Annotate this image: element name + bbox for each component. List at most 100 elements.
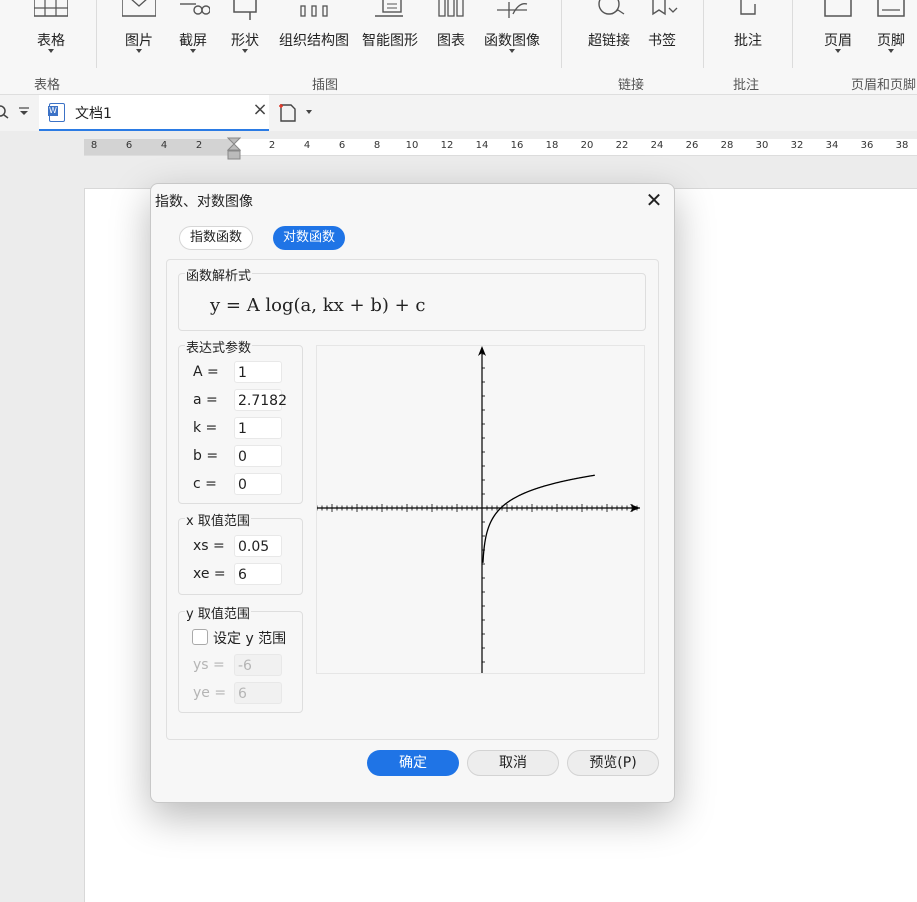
ruler-number: 30 [755, 140, 769, 151]
chevron-down-icon [48, 49, 54, 53]
ruler-number: 36 [860, 140, 874, 151]
set-y-range-checkbox[interactable] [192, 629, 208, 645]
hyperlink-icon [598, 0, 625, 15]
dialog-content-panel: 函数解析式 y = A log(a, kx + b) + c 表达式参数 A =… [166, 259, 659, 740]
footer-icon [877, 0, 905, 17]
chart-button-label: 图表 [437, 33, 465, 49]
hyperlink-button-label: 超链接 [588, 33, 630, 49]
group-divider [792, 0, 793, 68]
dialog-title: 指数、对数图像 [155, 194, 253, 210]
close-tab-icon[interactable]: × [251, 101, 269, 119]
ruler-number: 38 [895, 140, 909, 151]
horizontal-ruler[interactable]: 8 6 4 2 2 4 6 8 10 12 14 16 18 20 22 24 26 28 30 32 34 36 38 [84, 137, 917, 160]
function-graph-button[interactable]: 函数图像 [476, 0, 548, 60]
ruler-number: 2 [268, 140, 276, 151]
screenshot-button[interactable]: 截屏 [164, 0, 222, 60]
ok-button[interactable]: 确定 [367, 750, 459, 776]
shape-button-label: 形状 [231, 33, 259, 49]
chevron-down-icon [509, 49, 515, 53]
param-input-A[interactable]: 1 [234, 361, 282, 383]
footer-button[interactable]: 页脚 [866, 0, 916, 60]
graph-preview-canvas [316, 346, 640, 673]
ruler-number: 32 [790, 140, 804, 151]
cancel-button[interactable]: 取消 [467, 750, 559, 776]
header-button[interactable]: 页眉 [812, 0, 864, 60]
chart-button[interactable]: 图表 [428, 0, 474, 60]
shape-button[interactable]: 形状 [216, 0, 274, 60]
picture-button[interactable]: 图片 [110, 0, 168, 60]
param-input-c[interactable]: 0 [234, 473, 282, 495]
ribbon: 表格 图片 截屏 形状 组织结构图 智能图形 图表 函数图像 超链接 书签 批注… [0, 0, 917, 95]
tab-logarithmic[interactable]: 对数函数 [273, 226, 346, 250]
preview-button[interactable]: 预览(P) [567, 750, 659, 776]
org-chart-icon [300, 5, 328, 17]
ys-input[interactable]: -6 [234, 654, 282, 676]
xe-input[interactable]: 6 [234, 563, 282, 585]
group-divider [561, 0, 562, 68]
footer-button-label: 页脚 [877, 33, 905, 49]
document-tab-name: 文档1 [75, 106, 112, 122]
group-divider [703, 0, 704, 68]
chevron-down-icon [136, 49, 142, 53]
comment-button[interactable]: 批注 [724, 0, 772, 60]
ruler-number: 10 [405, 140, 419, 151]
ruler-number: 16 [510, 140, 524, 151]
x-range-legend: x 取值范围 [185, 510, 251, 529]
bookmark-button[interactable]: 书签 [640, 0, 684, 60]
ruler-number: 26 [685, 140, 699, 151]
word-document-icon [48, 103, 65, 122]
param-input-b[interactable]: 0 [234, 445, 282, 467]
document-tab[interactable]: 文档1 × [39, 95, 269, 131]
x-range-row-xe: xe = 6 [179, 563, 303, 587]
smart-art-button[interactable]: 智能图形 [356, 0, 424, 60]
ruler-number: 6 [125, 140, 133, 151]
param-input-k[interactable]: 1 [234, 417, 282, 439]
chart-icon [438, 0, 464, 17]
ye-input[interactable]: 6 [234, 682, 282, 704]
table-button[interactable]: 表格 [22, 0, 80, 60]
param-label: c = [193, 476, 217, 492]
function-graph-icon [497, 2, 528, 18]
param-row-k: k = 1 [179, 417, 303, 441]
function-graph-button-label: 函数图像 [484, 33, 540, 49]
group-label-table: 表格 [34, 78, 61, 93]
picture-icon [122, 0, 156, 17]
param-row-a: a = 2.7182 [179, 389, 303, 413]
ruler-number: 14 [475, 140, 489, 151]
table-button-label: 表格 [37, 33, 65, 49]
set-y-range-label[interactable]: 设定 y 范围 [213, 628, 286, 648]
new-document-icon[interactable] [277, 101, 297, 123]
group-label-illustrations: 插图 [312, 78, 339, 93]
ruler-number: 22 [615, 140, 629, 151]
hyperlink-button[interactable]: 超链接 [580, 0, 638, 60]
param-label: k = [193, 420, 218, 436]
ruler-margin-shade [84, 139, 234, 155]
group-label-comments: 批注 [733, 78, 760, 93]
chevron-down-icon [242, 49, 248, 53]
bookmark-button-label: 书签 [648, 33, 676, 49]
org-chart-button[interactable]: 组织结构图 [274, 0, 354, 60]
range-label: ys = [193, 657, 225, 673]
chevron-down-icon[interactable] [306, 110, 312, 114]
graph-preview [316, 345, 645, 674]
function-graph-dialog: 指数、对数图像 ✕ 指数函数 对数函数 函数解析式 y = A log(a, k… [150, 183, 675, 803]
param-label: b = [193, 448, 219, 464]
xs-input[interactable]: 0.05 [234, 535, 282, 557]
close-icon[interactable]: ✕ [642, 188, 666, 212]
tab-exponential[interactable]: 指数函数 [179, 226, 254, 250]
param-input-a[interactable]: 2.7182 [234, 389, 287, 411]
y-range-row-ye: ye = 6 [179, 682, 303, 706]
params-legend: 表达式参数 [185, 337, 253, 356]
range-label: xs = [193, 538, 225, 554]
search-icon[interactable] [0, 105, 10, 119]
document-tab-bar: 文档1 × [0, 95, 917, 131]
tab-list-dropdown-icon[interactable] [18, 105, 30, 117]
param-row-A: A = 1 [179, 361, 303, 385]
indent-marker-icon[interactable] [227, 137, 241, 163]
group-label-header-footer: 页眉和页脚 [851, 78, 917, 93]
param-row-b: b = 0 [179, 445, 303, 469]
y-range-legend: y 取值范围 [185, 603, 251, 622]
y-range-group: y 取值范围 设定 y 范围 ys = -6 ye = 6 [178, 603, 303, 713]
ruler-number: 8 [373, 140, 381, 151]
group-label-links: 链接 [618, 78, 645, 93]
